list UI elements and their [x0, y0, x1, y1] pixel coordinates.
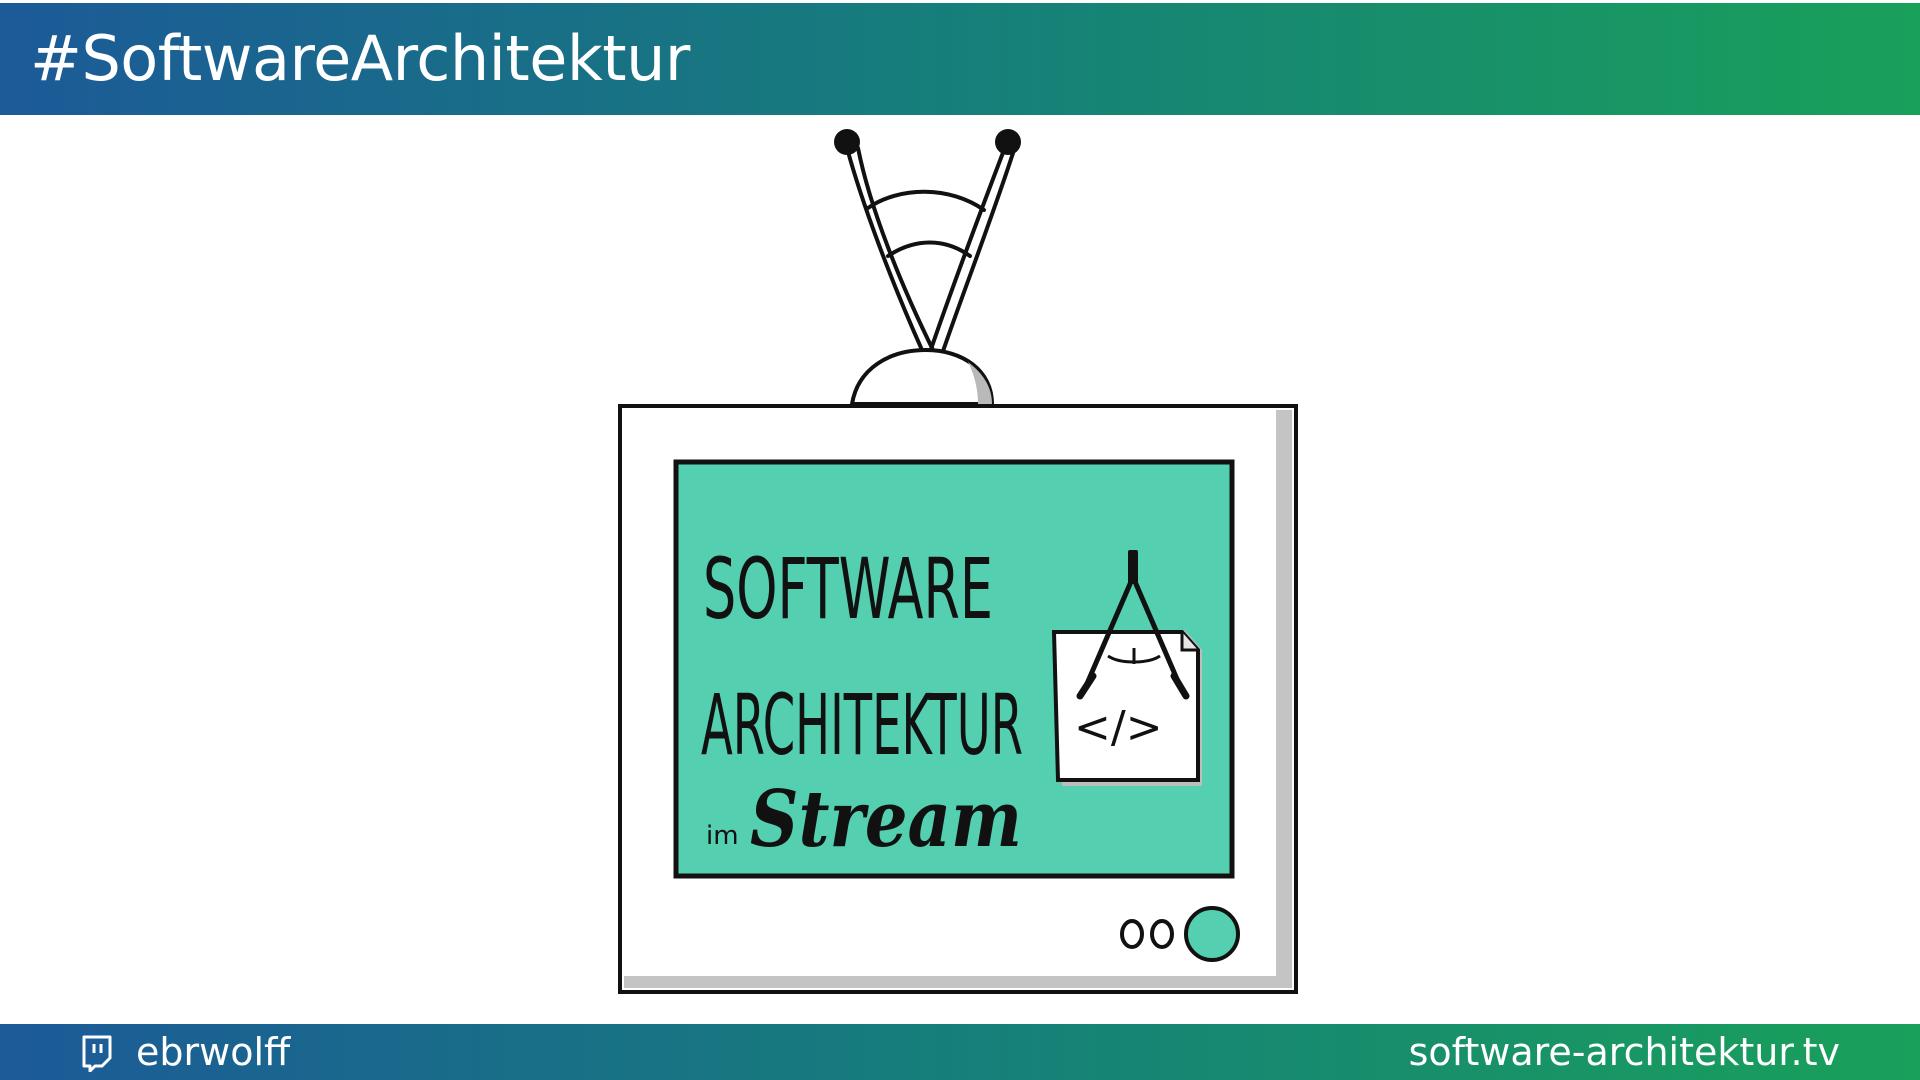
- tv-knob-large: [1184, 906, 1240, 962]
- antenna-dome: [849, 347, 995, 406]
- screen-prefix: im: [706, 821, 739, 851]
- code-symbol: </>: [1074, 702, 1163, 753]
- tv-illustration: SOFTWARE ARCHITEKTUR im Stream </>: [618, 129, 1298, 994]
- header-bar: #SoftwareArchitektur: [0, 3, 1920, 115]
- tv-knob-small-2: [1150, 919, 1174, 949]
- antenna-right-ball: [995, 129, 1021, 155]
- antenna-arc-lower: [886, 240, 972, 258]
- antenna-left-rod: [845, 146, 936, 354]
- website-link[interactable]: software-architektur.tv: [1409, 1030, 1840, 1074]
- antenna-right-rod: [928, 148, 1016, 356]
- antenna-arc-upper: [866, 189, 986, 212]
- screen-title-line1: SOFTWARE: [703, 540, 993, 638]
- tv-knob-small-1: [1120, 919, 1144, 949]
- channel-name: ebrwolff: [136, 1030, 291, 1074]
- hashtag-title: #SoftwareArchitektur: [30, 22, 690, 95]
- slide: #SoftwareArchitektur SOFTWARE ARCHITEKTU…: [0, 0, 1920, 1080]
- twitch-icon: [82, 1035, 112, 1072]
- screen-title-line2: ARCHITEKTUR: [701, 676, 1023, 774]
- document-icon: </>: [1051, 630, 1202, 786]
- screen-stream-word: Stream: [750, 774, 1022, 865]
- footer-bar: ebrwolff software-architektur.tv: [0, 1024, 1920, 1080]
